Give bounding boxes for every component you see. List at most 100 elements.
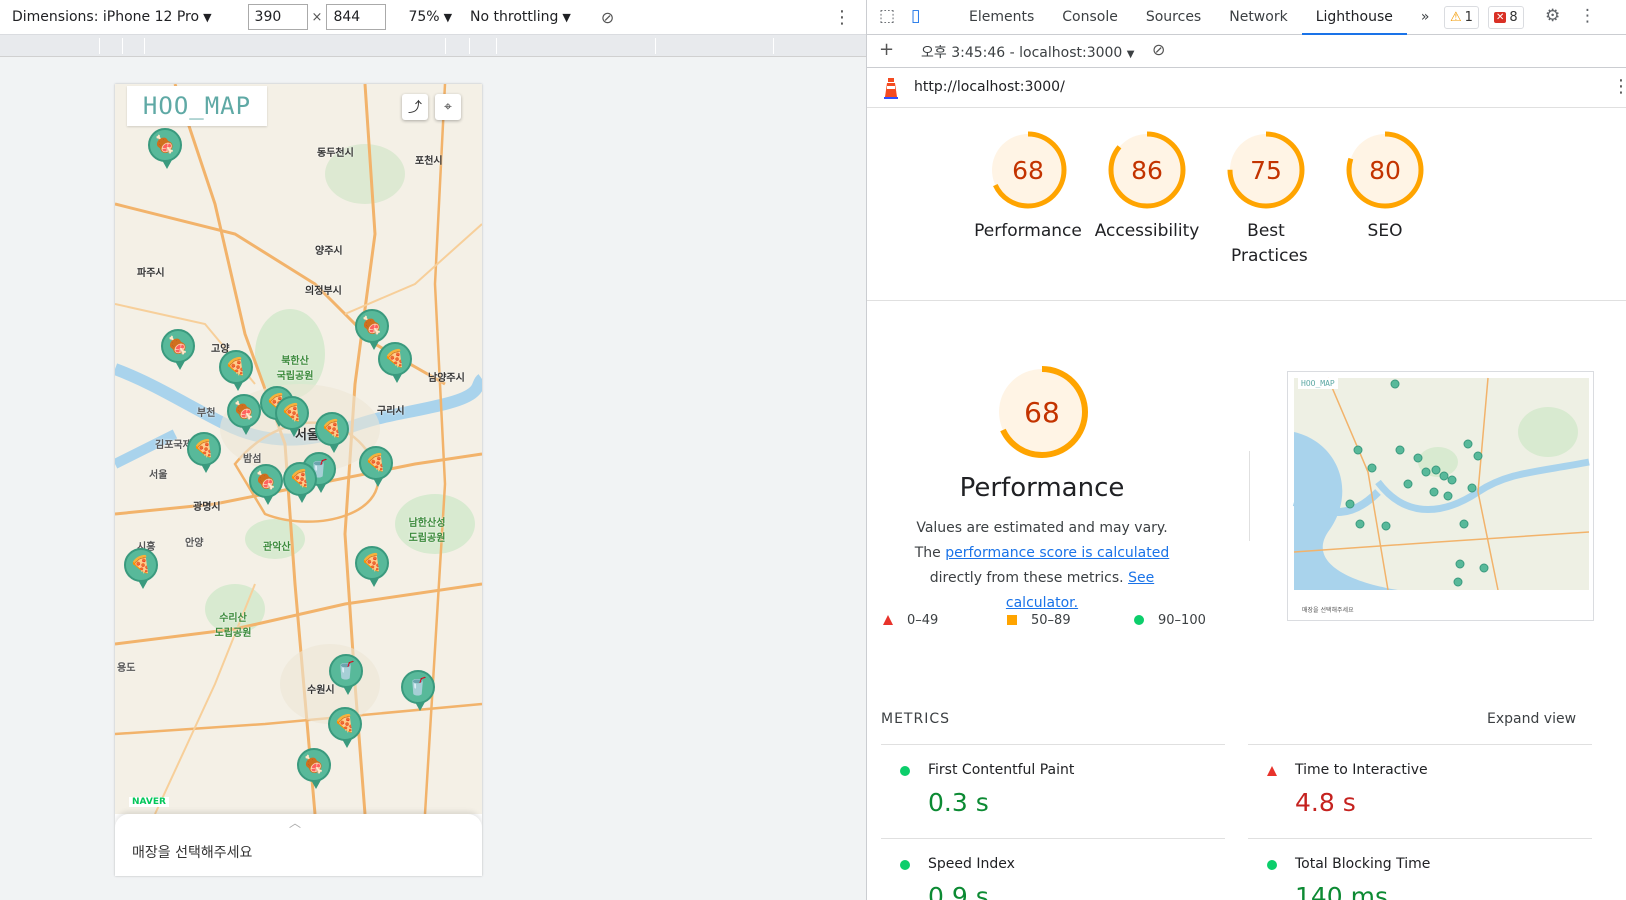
report-url[interactable]: http://localhost:3000/ [914,79,1065,95]
map-place-label: 안양 [185,538,204,549]
add-report-icon[interactable]: + [879,39,894,60]
naver-logo[interactable]: NAVER [129,797,169,807]
gauge-seo[interactable]: 80 SEO [1325,130,1445,244]
store-pin[interactable]: 🍕 [355,546,389,587]
metric-speed-index: Speed Index 0.9 s [881,838,1225,900]
store-pin[interactable]: 🍕 [124,548,158,589]
pizza-icon: 🍕 [384,349,406,369]
meat-icon: 🍖 [233,401,255,421]
map-place-label: 관악산 [263,542,291,553]
metric-value: 4.8 s [1295,788,1356,817]
map-place-label: 파주시 [137,268,165,279]
metric-total-blocking-time: Total Blocking Time 140 ms [1248,838,1592,900]
performance-gauge: 68 [996,366,1088,458]
clear-icon[interactable]: ⊘ [1152,40,1165,59]
chevron-down-icon: ▼ [1126,49,1135,60]
pass-circle-icon [1267,860,1277,870]
gauge-performance[interactable]: 68 Performance [968,130,1088,244]
gear-icon[interactable]: ⚙ [1545,6,1560,26]
store-pin[interactable]: 🍖 [297,748,331,789]
store-pin[interactable]: 🍖 [249,464,283,505]
store-pin[interactable]: 🍕 [187,432,221,473]
pizza-icon: 🍕 [321,419,343,439]
store-pin[interactable]: 🍖 [227,394,261,435]
device-dimensions-select[interactable]: Dimensions: iPhone 12 Pro ▼ [12,9,212,25]
store-pin[interactable]: 🍕 [378,342,412,383]
store-pin[interactable]: 🍕 [328,707,362,748]
device-width-input[interactable] [247,4,308,30]
map-place-label: 남양주시 [428,373,465,384]
performance-title: Performance [959,473,1125,503]
store-pin[interactable]: 🍕 [359,446,393,487]
tab-console[interactable]: Console [1048,0,1132,35]
more-options-icon[interactable]: ⋮ [1612,76,1626,97]
legend-label: 0–49 [907,613,939,628]
warnings-count: 1 [1464,10,1473,25]
meat-icon: 🍖 [303,755,325,775]
location-button[interactable]: ⌖ [435,94,461,120]
metric-value: 0.3 s [928,788,989,817]
divider [1249,451,1250,541]
media-query-ruler[interactable] [0,35,866,57]
map[interactable]: 동두천시 포천시 양주시 파주시 의정부시 고양 북한산 국립공원 남양주시 구… [115,84,482,814]
store-pin[interactable]: 🍕 [283,462,317,503]
warning-icon: ⚠ [1450,10,1462,25]
metric-time-to-interactive: Time to Interactive 4.8 s [1248,744,1592,841]
map-place-label: 밤섬 [243,454,262,465]
warnings-badge[interactable]: ⚠ 1 [1444,6,1479,29]
chevron-down-icon: ▼ [203,11,212,24]
performance-score: 68 [1024,396,1060,429]
report-select[interactable]: 오후 3:45:46 - localhost:3000 ▼ [921,42,1134,62]
store-pin[interactable]: 🍕 [315,412,349,453]
devtools-tabbar: ⬚ ▯ Elements Console Sources Network Lig… [867,0,1626,35]
store-pin[interactable]: 🍖 [161,329,195,370]
gauge-accessibility[interactable]: 86 Accessibility [1087,130,1207,244]
store-pin[interactable]: 🍖 [148,128,182,169]
legend-label: 50–89 [1031,613,1071,628]
store-pin[interactable]: 🍕 [275,396,309,437]
map-place-label: 부천 [197,408,216,419]
store-pin[interactable]: 🍕 [219,350,253,391]
chevron-up-icon[interactable]: ︿ [289,814,301,831]
tab-elements[interactable]: Elements [955,0,1048,35]
bottom-sheet-message: 매장을 선택해주세요 [132,845,253,861]
map-place-label: 의정부시 [305,286,342,297]
more-tabs-icon[interactable]: » [1407,0,1444,35]
gauge-value: 80 [1369,156,1401,185]
more-options-icon[interactable]: ⋮ [833,7,851,28]
share-button[interactable]: ⤴ [402,94,428,120]
gauge-ring: 80 [1346,131,1424,209]
times-sign: × [311,9,323,25]
metric-first-contentful-paint: First Contentful Paint 0.3 s [881,744,1225,841]
metric-name: Speed Index [928,856,1015,872]
throttling-select[interactable]: No throttling ▼ [470,9,571,25]
pizza-icon: 🍕 [365,453,387,473]
pizza-icon: 🍕 [361,553,383,573]
store-pin[interactable]: 🥤 [329,654,363,695]
score-calculated-link[interactable]: performance score is calculated [945,545,1169,561]
gauge-best-practices[interactable]: 75 Best Practices [1206,130,1326,269]
device-dimensions-label: Dimensions: iPhone 12 Pro [12,9,200,25]
pass-circle-icon [900,860,910,870]
map-place-label: 광명시 [193,502,221,513]
inspect-element-icon[interactable]: ⬚ [879,6,895,26]
more-options-icon[interactable]: ⋮ [1579,6,1596,26]
store-pin[interactable]: 🥤 [401,670,435,711]
bottom-sheet[interactable]: ︿ 매장을 선택해주세요 [115,814,482,876]
store-pin[interactable]: 🍖 [355,309,389,350]
expand-view-toggle[interactable]: Expand view [1487,711,1576,727]
gauge-ring: 86 [1108,131,1186,209]
final-screenshot-thumbnail[interactable]: HOO_MAP 매장을 선택해주세요 [1287,371,1594,621]
app-logo[interactable]: HOO_MAP [127,86,267,126]
tab-lighthouse[interactable]: Lighthouse [1301,0,1407,35]
rotate-icon[interactable]: ⊘ [601,8,614,27]
device-toggle-icon[interactable]: ▯ [911,6,920,26]
device-emulation-pane: Dimensions: iPhone 12 Pro▼ × 75%▼ No thr… [0,0,866,900]
tab-sources[interactable]: Sources [1132,0,1215,35]
meat-icon: 🍖 [154,135,176,155]
drink-icon: 🥤 [407,677,429,697]
errors-badge[interactable]: ✕ 8 [1488,6,1524,29]
zoom-select[interactable]: 75% ▼ [408,9,452,25]
device-height-input[interactable] [326,4,387,30]
tab-network[interactable]: Network [1215,0,1301,35]
